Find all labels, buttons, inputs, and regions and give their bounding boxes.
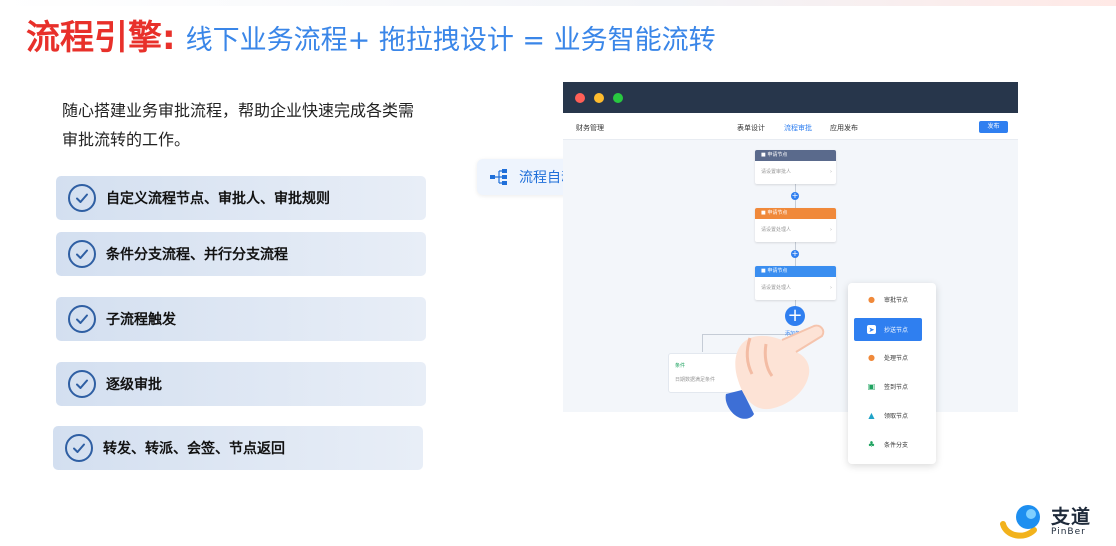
node-header: ■ 申请节点 (755, 150, 836, 161)
check-circle-icon (68, 370, 96, 398)
add-node-plus-icon[interactable]: + (791, 250, 799, 258)
window-close-dot[interactable] (575, 93, 585, 103)
window-titlebar (563, 82, 1018, 113)
feature-item-level-approval: 逐级审批 (56, 362, 426, 406)
menu-item-process-node[interactable]: ● 处理节点 (854, 346, 922, 369)
user-icon: ● (868, 295, 875, 304)
page-header: 流程引擎: 线下业务流程+ 拖拉拽设计 = 业务智能流转 (26, 10, 716, 58)
branch-icon: ♣ (867, 440, 876, 449)
feature-label: 条件分支流程、并行分支流程 (106, 247, 288, 263)
feature-label: 转发、转派、会签、节点返回 (103, 441, 285, 457)
node-assignee-field[interactable]: 请设置审批人 › (755, 161, 836, 184)
flow-node-apply[interactable]: ■ 申请节点 请设置审批人 › (755, 150, 836, 184)
logo-name: 支道 (1051, 506, 1092, 528)
flow-node-process[interactable]: ■ 申请节点 请设置处理人 › (755, 266, 836, 300)
add-node-plus-icon[interactable]: + (791, 192, 799, 200)
menu-item-checkin-node[interactable]: ▣ 签到节点 (854, 375, 922, 398)
check-circle-icon (65, 434, 93, 462)
check-circle-icon (68, 184, 96, 212)
flow-branch-icon (489, 168, 509, 186)
top-decoration-strip (0, 0, 1116, 6)
node-type-menu: ● 审批节点 ➤ 抄送节点 ● 处理节点 ▣ 签到节点 ▲ 领取节点 ♣ 条件分… (848, 283, 936, 464)
window-maximize-dot[interactable] (613, 93, 623, 103)
send-icon: ➤ (867, 325, 876, 334)
condition-title: 条件 (675, 363, 686, 369)
company-logo: 支道 PinBer (998, 500, 1116, 546)
check-circle-icon (68, 305, 96, 333)
logo-mark-icon (1000, 505, 1040, 539)
tab-app-publish[interactable]: 应用发布 (830, 123, 858, 133)
intro-text: 随心搭建业务审批流程，帮助企业快速完成各类需审批流转的工作。 (62, 101, 415, 149)
feature-label: 逐级审批 (106, 377, 162, 393)
node-handler-field[interactable]: 请设置处理人 › (755, 219, 836, 242)
condition-desc: 日期数据满足条件 (675, 377, 716, 383)
feature-label: 自定义流程节点、审批人、审批规则 (106, 191, 330, 207)
node-header: ■ 申请节点 (755, 266, 836, 277)
feature-item-branch-flows: 条件分支流程、并行分支流程 (56, 232, 426, 276)
chevron-right-icon: › (830, 169, 832, 175)
user-gear-icon: ● (868, 353, 875, 362)
nav-app-name: 财务管理 (576, 124, 604, 132)
chevron-right-icon: › (830, 227, 832, 233)
menu-item-cc-node[interactable]: ➤ 抄送节点 (854, 318, 922, 341)
tab-form-design[interactable]: 表单设计 (737, 123, 765, 133)
node-handler-field[interactable]: 请设置处理人 › (755, 277, 836, 300)
feature-label: 子流程触发 (106, 312, 176, 328)
feature-item-forwarding: 转发、转派、会签、节点返回 (53, 426, 423, 470)
chevron-right-icon: › (830, 285, 832, 291)
pointing-hand-icon (725, 324, 825, 419)
calendar-icon: ▣ (867, 382, 876, 391)
page-title: 流程引擎: (26, 18, 176, 58)
menu-item-claim-node[interactable]: ▲ 领取节点 (854, 404, 922, 427)
hand-icon: ▲ (868, 411, 875, 420)
node-header: ■ 申请节点 (755, 208, 836, 219)
logo-subtitle: PinBer (1051, 527, 1086, 537)
publish-button[interactable]: 发布 (979, 121, 1008, 133)
page-tagline: 线下业务流程+ 拖拉拽设计 = 业务智能流转 (185, 25, 716, 56)
feature-item-subprocess: 子流程触发 (56, 297, 426, 341)
app-navbar: 财务管理 表单设计 流程审批 应用发布 发布 (563, 113, 1018, 140)
check-circle-icon (68, 240, 96, 268)
menu-item-approval-node[interactable]: ● 审批节点 (854, 288, 922, 311)
tab-flow-approval[interactable]: 流程审批 (784, 123, 812, 133)
menu-item-condition-branch[interactable]: ♣ 条件分支 (854, 433, 922, 456)
window-minimize-dot[interactable] (594, 93, 604, 103)
feature-item-custom-nodes: 自定义流程节点、审批人、审批规则 (56, 176, 426, 220)
flow-node-handle[interactable]: ■ 申请节点 请设置处理人 › (755, 208, 836, 242)
